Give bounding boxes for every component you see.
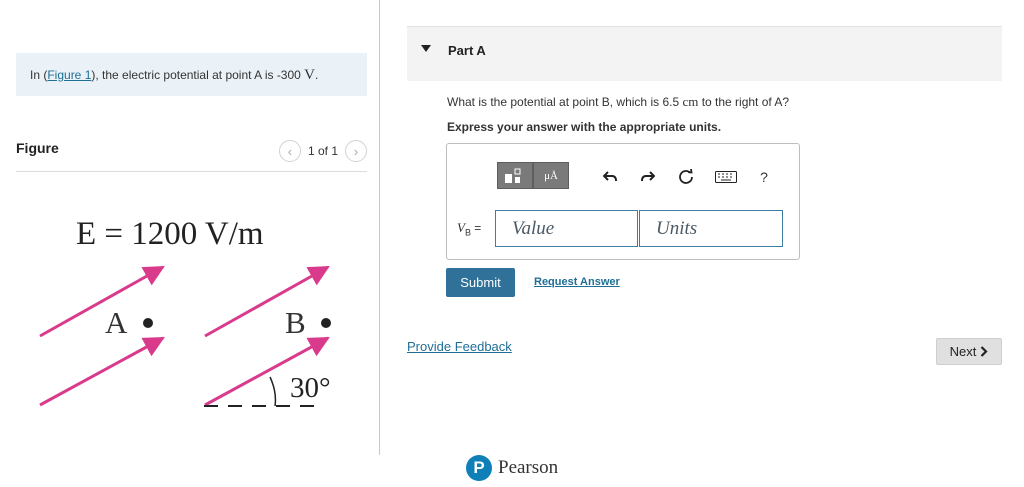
figure-header: Figure ‹ 1 of 1 ›: [16, 138, 367, 172]
editor-toolbar: μÅ ?: [447, 144, 799, 218]
point-a-label: A: [105, 305, 128, 340]
figure-title: Figure: [16, 140, 59, 156]
redo-icon[interactable]: [637, 166, 659, 188]
chevron-right-icon: [981, 346, 988, 357]
template-button-group: μÅ: [497, 162, 569, 189]
part-title: Part A: [448, 43, 486, 58]
next-button[interactable]: Next: [936, 338, 1002, 365]
submit-button[interactable]: Submit: [446, 268, 515, 297]
point-b-dot: [321, 318, 331, 328]
caret-down-icon[interactable]: [421, 45, 431, 52]
answer-editor: μÅ ? VB = Value Units: [446, 143, 800, 260]
field-equation: E = 1200 V/m: [76, 216, 264, 252]
intro-unit: V: [304, 67, 316, 83]
part-a-header[interactable]: Part A: [407, 26, 1002, 81]
intro-text-suffix: .: [315, 68, 319, 82]
figure-link[interactable]: Figure 1: [47, 68, 91, 82]
reset-icon[interactable]: [675, 166, 697, 188]
pearson-wordmark: Pearson: [498, 457, 559, 478]
vb-label: VB =: [457, 220, 481, 237]
keyboard-icon[interactable]: [713, 166, 739, 188]
left-pane: In (Figure 1), the electric potential at…: [0, 0, 380, 455]
field-line-2: [204, 265, 330, 338]
vb-equals: =: [470, 221, 482, 235]
units-input[interactable]: Units: [639, 210, 783, 247]
pearson-logo: P Pearson: [466, 455, 558, 481]
answer-instruction: Express your answer with the appropriate…: [447, 120, 722, 134]
angle-label: 30°: [290, 372, 331, 404]
field-line-3: [39, 336, 165, 407]
undo-icon[interactable]: [599, 166, 621, 188]
help-icon[interactable]: ?: [753, 166, 775, 188]
figure-pager: ‹ 1 of 1 ›: [278, 140, 367, 162]
vb-symbol: V: [457, 220, 465, 235]
chevron-left-icon[interactable]: ‹: [278, 140, 301, 162]
question-text-before: What is the potential at point B, which …: [447, 95, 683, 109]
pearson-p-icon: P: [466, 455, 492, 481]
question-text-after: to the right of A?: [698, 95, 790, 109]
templates-icon[interactable]: [497, 162, 533, 189]
angle-arc: [269, 376, 277, 407]
question-unit: cm: [682, 94, 699, 109]
chevron-right-icon[interactable]: ›: [345, 140, 367, 162]
physics-figure: E = 1200 V/m A B 30°: [39, 216, 331, 407]
intro-text-middle: ), the electric potential at point A is …: [91, 68, 305, 82]
value-input[interactable]: Value: [495, 210, 638, 247]
provide-feedback-link[interactable]: Provide Feedback: [407, 339, 512, 354]
point-b-label: B: [285, 305, 306, 340]
intro-text-prefix: In (: [30, 68, 48, 82]
question-text: What is the potential at point B, which …: [447, 94, 789, 110]
problem-intro: In (Figure 1), the electric potential at…: [16, 53, 367, 96]
units-button[interactable]: μÅ: [533, 162, 569, 189]
point-a-dot: [143, 318, 153, 328]
next-label: Next: [949, 344, 977, 359]
pager-text: 1 of 1: [307, 144, 338, 158]
request-answer-link[interactable]: Request Answer: [534, 276, 620, 288]
